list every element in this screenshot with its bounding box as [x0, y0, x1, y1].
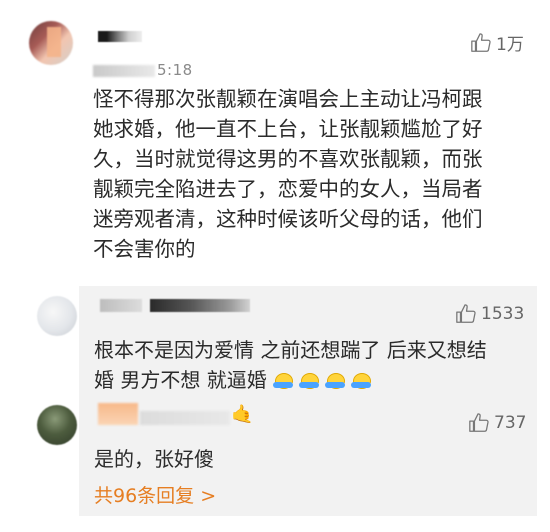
- reply-like-button[interactable]: 737: [468, 412, 526, 434]
- call-me-hand-icon: 🤙: [231, 404, 254, 425]
- pray-emoji: [272, 370, 293, 390]
- reply-text: 根本不是因为爱情 之前还想踹了 后来又想结 婚 男方不想 就逼婚: [94, 335, 524, 395]
- timestamp-blurred-part: [93, 64, 155, 77]
- pray-emoji: [298, 370, 319, 390]
- username-blurred[interactable]: [98, 31, 142, 42]
- main-comment: 5:18 1万 怪不得那次张靓颖在演唱会上主动让冯柯跟 她求婚，他一直不上台，让…: [0, 0, 550, 285]
- timestamp-visible: 5:18: [157, 61, 193, 79]
- pray-emoji: [350, 370, 371, 390]
- like-count: 737: [494, 413, 527, 433]
- reply-text-line: 根本不是因为爱情 之前还想踹了 后来又想结: [94, 338, 487, 362]
- avatar[interactable]: [37, 296, 77, 336]
- like-button[interactable]: 1万: [470, 30, 524, 55]
- blurred-text: [100, 299, 142, 312]
- reply-like-button[interactable]: 1533: [455, 303, 524, 325]
- blurred-text: [140, 411, 230, 425]
- timestamp: 5:18: [93, 61, 193, 79]
- view-more-replies-link[interactable]: 共96条回复 >: [94, 481, 216, 511]
- avatar[interactable]: [37, 405, 77, 445]
- like-count: 1533: [481, 304, 525, 324]
- thumbs-up-icon: [456, 304, 476, 323]
- reply-username-blurred[interactable]: [100, 299, 250, 313]
- pray-emoji: [324, 370, 345, 390]
- comment-text: 怪不得那次张靓颖在演唱会上主动让冯柯跟 她求婚，他一直不上台，让张靓颖尴尬了好 …: [93, 87, 483, 261]
- blurred-text: [98, 403, 138, 425]
- thumbs-up-icon: [469, 413, 489, 432]
- reply-text: 是的，张好傻: [94, 447, 214, 471]
- reply-text-fragment: 婚 男方不想 就逼婚: [94, 368, 267, 392]
- blurred-text: [150, 299, 250, 312]
- like-count: 1万: [496, 35, 524, 55]
- thumbs-up-icon: [471, 32, 491, 52]
- reply-username-blurred[interactable]: 🤙: [98, 403, 253, 429]
- reply-text-line: 婚 男方不想 就逼婚: [94, 365, 524, 395]
- avatar[interactable]: [29, 21, 73, 65]
